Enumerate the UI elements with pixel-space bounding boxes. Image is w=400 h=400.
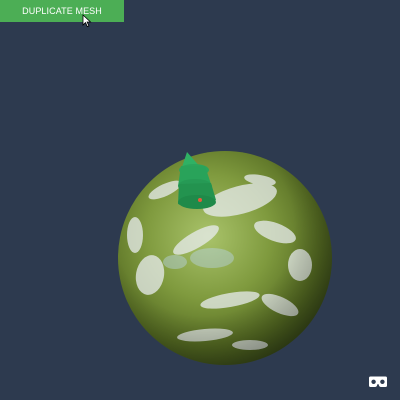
duplicate-mesh-button[interactable]: DUPLICATE MESH [0,0,124,22]
mouse-cursor-icon [82,14,92,28]
webgl-canvas[interactable] [0,0,400,400]
vr-headset-icon[interactable] [366,374,390,390]
globe-mesh[interactable] [118,151,332,365]
